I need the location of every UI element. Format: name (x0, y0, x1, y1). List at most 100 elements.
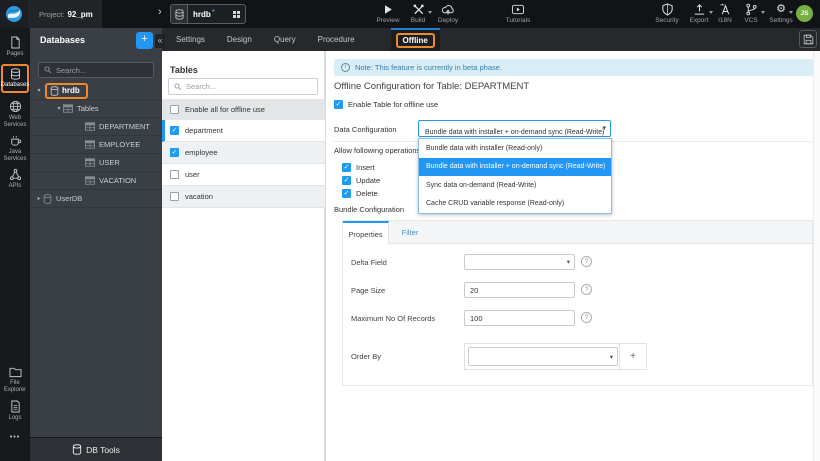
enable-table-row[interactable]: Enable Table for offline use (334, 100, 438, 109)
delta-field-help-icon[interactable]: ? (581, 256, 592, 267)
delete-checkbox[interactable] (342, 189, 351, 198)
sidebar-item-file-explorer[interactable]: File Explorer (0, 366, 30, 394)
data-configuration-dropdown-menu: Bundle data with installer (Read-only) B… (418, 138, 612, 214)
max-records-help-icon[interactable]: ? (581, 312, 592, 323)
dropdown-option[interactable]: Sync data on-demand (Read-Write) (419, 176, 611, 195)
max-records-input[interactable] (464, 310, 575, 326)
sidebar-item-java-services[interactable]: Java Services (0, 134, 30, 163)
tree-item-employee[interactable]: EMPLOYEE (30, 136, 162, 154)
open-file-tab-hrdb[interactable]: hrdb * (170, 4, 246, 24)
enable-table-label: Enable Table for offline use (348, 100, 439, 109)
table-row-vacation[interactable]: vacation (162, 186, 325, 208)
security-button[interactable]: Security (649, 3, 685, 24)
enable-all-row[interactable]: Enable all for offline use (162, 99, 325, 120)
collapse-panel-button[interactable]: « (155, 34, 165, 48)
tab-design[interactable]: Design (227, 35, 252, 44)
tree-item-tables[interactable]: ▾ Tables (30, 100, 162, 118)
caret-down-icon[interactable]: ▾ (55, 105, 63, 112)
save-button[interactable] (799, 30, 817, 48)
caret-down-icon (788, 11, 793, 14)
tree-item-vacation[interactable]: VACATION (30, 172, 162, 190)
tree-item-department[interactable]: DEPARTMENT (30, 118, 162, 136)
coffee-cup-icon (10, 135, 21, 146)
sidebar-item-web-services[interactable]: Web Services (0, 100, 30, 129)
update-checkbox[interactable] (342, 176, 351, 185)
dropdown-option-selected[interactable]: Bundle data with installer + on-demand s… (419, 157, 611, 176)
tab-query[interactable]: Query (274, 35, 296, 44)
tab-settings[interactable]: Settings (176, 35, 205, 44)
enable-all-checkbox[interactable] (170, 104, 179, 114)
log-file-icon (10, 400, 20, 413)
beta-note-text: Note: This feature is currently in beta … (355, 63, 503, 72)
offline-config-content: i Note: This feature is currently in bet… (325, 51, 820, 461)
dropdown-option[interactable]: Bundle data with installer (Read-only) (419, 139, 611, 158)
user-avatar[interactable]: JS (796, 5, 813, 22)
sidebar-item-apis[interactable]: APIs (0, 168, 30, 190)
database-search-input[interactable] (56, 65, 148, 75)
floppy-save-icon (803, 34, 813, 44)
table-icon (63, 104, 73, 113)
operation-update[interactable]: Update (342, 176, 380, 185)
tab-filter[interactable]: Filter (389, 221, 431, 244)
delta-field-label: Delta Field (351, 258, 387, 267)
grid-switcher-icon[interactable] (233, 10, 240, 18)
table-row-department[interactable]: department (162, 120, 325, 142)
tutorials-button[interactable]: Tutorials (500, 3, 536, 24)
tables-search[interactable] (168, 78, 318, 95)
database-icon (50, 85, 59, 96)
tree-item-userdb[interactable]: ▸ UserDB (30, 190, 162, 208)
delta-field-select[interactable]: ▾ (464, 254, 575, 270)
caret-down-icon: ▾ (602, 125, 606, 132)
caret-right-icon[interactable]: ▸ (35, 195, 43, 202)
database-search[interactable] (38, 62, 154, 78)
tree-item-label: hrdb (62, 86, 80, 95)
sidebar-item-databases[interactable]: Databases (1, 64, 29, 93)
order-by-select[interactable]: ▾ (468, 347, 618, 366)
department-checkbox[interactable] (170, 126, 179, 135)
db-tools-button[interactable]: DB Tools (30, 437, 162, 461)
tree-item-user[interactable]: USER (30, 154, 162, 172)
add-database-button[interactable]: + (136, 32, 153, 49)
more-options-button[interactable]: ••• (0, 434, 30, 441)
data-configuration-label: Data Configuration (334, 125, 397, 134)
settings-button[interactable]: ⚙ Settings (763, 3, 799, 24)
insert-checkbox[interactable] (342, 163, 351, 172)
project-label: Project: (39, 9, 65, 19)
page-size-help-icon[interactable]: ? (581, 284, 592, 295)
order-by-label: Order By (351, 352, 382, 361)
cloud-deploy-icon (441, 3, 455, 16)
operation-label: Insert (356, 163, 375, 172)
order-by-add-button[interactable]: + (619, 344, 646, 369)
user-checkbox[interactable] (170, 170, 179, 179)
tree-item-label: VACATION (99, 176, 137, 185)
vertical-scrollbar[interactable] (813, 51, 820, 461)
caret-down-icon[interactable]: ▾ (35, 87, 43, 94)
project-info: Project: 92_pm (28, 0, 102, 28)
sidebar-item-pages[interactable]: Pages (0, 36, 30, 58)
employee-checkbox[interactable] (170, 148, 179, 157)
api-nodes-icon (9, 168, 21, 181)
tab-properties[interactable]: Properties (343, 221, 389, 245)
tab-offline[interactable]: Offline (390, 28, 440, 51)
vacation-checkbox[interactable] (170, 192, 179, 201)
file-tab-name: hrdb (193, 9, 211, 19)
page-size-input[interactable] (464, 282, 575, 298)
table-row-label: employee (185, 148, 218, 157)
tab-procedure[interactable]: Procedure (318, 35, 355, 44)
tables-panel: Tables Enable all for offline use depart… (162, 51, 325, 461)
folder-icon (9, 367, 21, 378)
tables-search-input[interactable] (186, 82, 312, 91)
allow-operations-label: Allow following operations (334, 146, 421, 155)
operation-insert[interactable]: Insert (342, 163, 375, 172)
unsaved-indicator: * (211, 7, 215, 17)
table-row-user[interactable]: user (162, 164, 325, 186)
dropdown-option[interactable]: Cache CRUD variable response (Read-only) (419, 195, 611, 214)
hrdb-highlight-box: hrdb (45, 82, 88, 99)
sidebar-item-logs[interactable]: Logs (0, 400, 30, 422)
data-configuration-select[interactable]: Bundle data with installer + on-demand s… (418, 120, 611, 137)
table-row-employee[interactable]: employee (162, 142, 325, 164)
tree-item-hrdb[interactable]: ▾ hrdb (30, 82, 162, 100)
operation-delete[interactable]: Delete (342, 189, 378, 198)
deploy-button[interactable]: Deploy (430, 3, 466, 24)
enable-table-checkbox[interactable] (334, 100, 343, 109)
